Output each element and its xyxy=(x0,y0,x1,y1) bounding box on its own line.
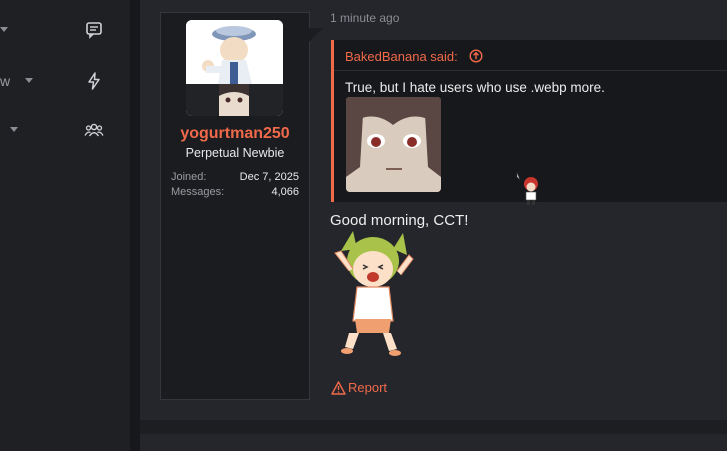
joined-label: Joined: xyxy=(171,171,207,183)
messages-label: Messages: xyxy=(171,186,225,198)
chat-icon[interactable] xyxy=(84,20,104,40)
sprite-image xyxy=(516,172,538,205)
report-label[interactable]: Report xyxy=(348,380,387,395)
post-image[interactable] xyxy=(331,231,415,361)
nav-item-label[interactable]: w xyxy=(0,73,10,89)
chevron-down-icon[interactable] xyxy=(0,27,8,32)
arrow-up-circle-icon[interactable] xyxy=(469,49,483,63)
warning-icon xyxy=(331,381,346,395)
chevron-down-icon[interactable] xyxy=(10,127,18,132)
quote-image-art xyxy=(346,97,441,192)
next-post-container xyxy=(140,434,727,451)
user-title: Perpetual Newbie xyxy=(185,146,285,160)
bolt-icon[interactable] xyxy=(84,71,104,91)
messages-value[interactable]: 4,066 xyxy=(271,186,299,198)
post-message: Good morning, CCT! xyxy=(330,212,469,229)
quote-header: BakedBanana said: xyxy=(334,40,727,71)
quote-image[interactable] xyxy=(346,97,441,192)
user-card-arrow xyxy=(309,28,323,42)
nav-row-2[interactable]: w xyxy=(0,68,130,94)
post-timestamp[interactable]: 1 minute ago xyxy=(330,11,399,25)
report-link[interactable]: Report xyxy=(331,380,387,395)
avatar-face xyxy=(219,84,249,116)
joined-value: Dec 7, 2025 xyxy=(239,171,299,183)
quote-author-link[interactable]: BakedBanana said: xyxy=(345,49,458,64)
quote-text: True, but I hate users who use .webp mor… xyxy=(345,80,605,95)
nav-divider xyxy=(130,0,140,451)
nav-row-1[interactable] xyxy=(0,17,130,43)
nav-row-3[interactable] xyxy=(0,117,130,143)
left-nav: w xyxy=(0,0,130,451)
users-icon[interactable] xyxy=(84,120,104,140)
chevron-down-icon[interactable] xyxy=(25,78,33,83)
avatar[interactable] xyxy=(186,20,283,116)
avatar-bottom-strip xyxy=(186,84,283,116)
username-link[interactable]: yogurtman250 xyxy=(160,125,310,143)
avatar-image xyxy=(186,20,283,84)
